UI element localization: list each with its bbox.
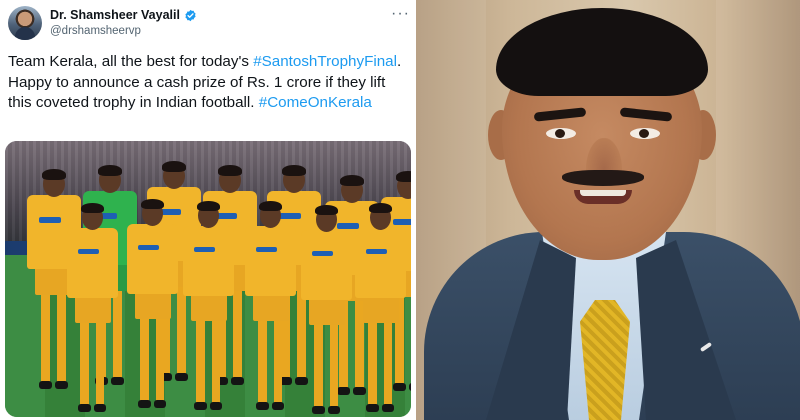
player-boot: [353, 387, 366, 395]
player-badge: [194, 246, 216, 253]
player-boot: [327, 406, 340, 414]
mustache: [562, 170, 644, 186]
player-boot: [381, 404, 394, 412]
player-boot: [366, 404, 379, 412]
player-leg: [368, 317, 377, 409]
tweet-media-team-photo[interactable]: [5, 141, 411, 417]
tweet-header: Dr. Shamsheer Vayalil @drshamsheervp ···: [8, 6, 412, 42]
author-display-name[interactable]: Dr. Shamsheer Vayalil: [50, 8, 180, 22]
player-shorts: [362, 294, 399, 323]
player-badge: [39, 217, 61, 223]
hashtag-come-on-kerala[interactable]: #ComeOnKerala: [259, 94, 372, 111]
eye-left: [546, 128, 576, 139]
player-badge: [78, 248, 100, 255]
tweet-text-line1: Team Kerala, all the best for today's: [8, 53, 249, 70]
eye-right: [630, 128, 660, 139]
player-badge: [393, 219, 411, 225]
tweet-card[interactable]: Dr. Shamsheer Vayalil @drshamsheervp ···…: [0, 0, 416, 420]
avatar[interactable]: [8, 6, 42, 40]
player-boot: [175, 373, 188, 381]
player-leg: [383, 317, 393, 409]
player-shirt: [355, 227, 407, 298]
player-leg: [155, 313, 165, 405]
player-leg: [273, 315, 283, 407]
player-hair: [282, 165, 306, 176]
author-handle[interactable]: @drshamsheervp: [50, 25, 141, 37]
player-leg: [314, 319, 323, 411]
player-hair: [81, 203, 105, 214]
player-leg: [211, 315, 221, 407]
player-boot: [231, 377, 244, 385]
player-leg: [258, 315, 267, 407]
more-options-icon[interactable]: ···: [391, 6, 410, 22]
hair: [496, 8, 708, 96]
player-boot: [271, 402, 284, 410]
player-shorts: [190, 292, 227, 321]
player-boot: [55, 381, 68, 389]
player-hair: [218, 165, 242, 176]
player-hair: [396, 171, 411, 182]
player-badge: [312, 250, 334, 257]
player-boot: [78, 404, 91, 412]
player-badge: [279, 213, 301, 219]
player-boot: [256, 402, 269, 410]
player-shirt: [301, 229, 353, 300]
player-boot: [111, 377, 124, 385]
portrait-photo: [416, 0, 800, 420]
player-hair: [42, 169, 66, 180]
necktie: [580, 300, 630, 420]
player-boot: [295, 377, 308, 385]
player-badge: [337, 223, 359, 229]
player-hair: [162, 161, 186, 172]
player-boot: [93, 404, 106, 412]
player-hair: [340, 175, 364, 186]
player-hair: [315, 205, 339, 216]
player-boot: [393, 383, 406, 391]
tweet-text: Team Kerala, all the best for today's #S…: [8, 52, 408, 114]
author-name-row: Dr. Shamsheer Vayalil: [50, 7, 197, 23]
player-hair: [369, 203, 393, 214]
player-leg: [113, 285, 122, 381]
player-shirt: [245, 225, 297, 296]
player-hair: [197, 201, 221, 212]
player-leg: [196, 315, 205, 407]
player-hair: [259, 201, 283, 212]
player-leg: [329, 319, 339, 411]
player-boot: [153, 400, 166, 408]
player-leg: [41, 289, 50, 385]
player-shirt: [67, 227, 119, 298]
player-shorts: [134, 290, 171, 319]
teeth: [580, 190, 626, 196]
player-badge: [366, 248, 388, 255]
player-hair: [141, 199, 165, 210]
player-leg: [233, 285, 242, 381]
verified-badge-icon: [185, 9, 196, 21]
player-leg: [95, 317, 105, 409]
player-leg: [80, 317, 89, 409]
player-boot: [409, 383, 411, 391]
player-shorts: [252, 292, 289, 321]
player-boot: [337, 387, 350, 395]
player-leg: [57, 289, 66, 385]
player-boot: [39, 381, 52, 389]
hashtag-santosh-trophy-final[interactable]: #SantoshTrophyFinal: [253, 53, 397, 70]
player-boot: [194, 402, 207, 410]
player-badge: [256, 246, 278, 253]
player-boot: [138, 400, 151, 408]
player-badge: [138, 244, 160, 251]
player-shirt: [127, 223, 179, 294]
player-shorts: [74, 294, 111, 323]
player-shirt: [183, 225, 235, 296]
player-leg: [140, 313, 149, 405]
player-hair: [98, 165, 122, 176]
player-boot: [312, 406, 325, 414]
player-shorts: [308, 296, 345, 325]
player-boot: [209, 402, 222, 410]
